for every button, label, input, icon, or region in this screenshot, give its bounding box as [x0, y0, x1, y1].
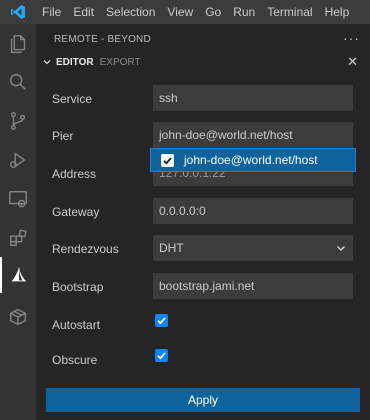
obscure-checkbox[interactable] — [155, 349, 168, 362]
apply-button[interactable]: Apply — [46, 388, 360, 412]
title-bar: File Edit Selection View Go Run Terminal… — [0, 0, 370, 24]
menu-edit[interactable]: Edit — [67, 0, 100, 24]
menu-go[interactable]: Go — [199, 0, 227, 24]
autostart-checkbox[interactable] — [155, 314, 168, 327]
bootstrap-label: Bootstrap — [52, 280, 104, 294]
suggestion-text: john-doe@world.net/host — [184, 153, 318, 167]
menu-file[interactable]: File — [36, 0, 67, 24]
address-label: Address — [52, 167, 97, 181]
suggestion-checkbox[interactable] — [161, 153, 174, 167]
files-icon[interactable] — [0, 26, 36, 62]
pier-suggestion-item[interactable]: john-doe@world.net/host — [150, 148, 356, 172]
bootstrap-input[interactable]: bootstrap.jami.net — [153, 273, 353, 299]
vscode-logo-icon — [0, 0, 36, 24]
search-icon[interactable] — [0, 64, 36, 100]
service-input[interactable]: ssh — [153, 85, 353, 111]
rendezvous-value: DHT — [159, 241, 184, 255]
check-icon — [157, 317, 166, 325]
section-title-export[interactable]: EXPORT — [100, 57, 141, 68]
rendezvous-select[interactable]: DHT — [153, 235, 353, 261]
obscure-label: Obscure — [52, 353, 98, 367]
sidebar: REMOTE - BEYOND ··· EDITOR EXPORT ✕ Serv… — [36, 24, 370, 420]
more-actions-icon[interactable]: ··· — [343, 30, 360, 46]
menu-run[interactable]: Run — [227, 0, 261, 24]
check-icon — [157, 352, 166, 360]
sidebar-title: REMOTE - BEYOND — [54, 33, 151, 45]
service-label: Service — [52, 92, 93, 106]
menu-terminal[interactable]: Terminal — [261, 0, 318, 24]
gateway-label: Gateway — [52, 205, 100, 219]
check-icon — [163, 156, 172, 165]
menu-help[interactable]: Help — [319, 0, 356, 24]
chevron-down-icon — [40, 55, 54, 69]
package-icon[interactable] — [0, 299, 36, 335]
pier-label: Pier — [52, 129, 74, 143]
run-debug-icon[interactable] — [0, 142, 36, 178]
section-header[interactable]: EDITOR EXPORT ✕ — [36, 52, 370, 72]
close-icon[interactable]: ✕ — [347, 54, 358, 70]
activity-bar — [0, 24, 36, 420]
rendezvous-label: Rendezvous — [52, 242, 119, 256]
beyond-sail-icon[interactable] — [0, 257, 36, 293]
pier-input[interactable]: john-doe@world.net/host — [153, 122, 353, 148]
source-control-icon[interactable] — [0, 103, 36, 139]
menu-view[interactable]: View — [161, 0, 199, 24]
menu-selection[interactable]: Selection — [100, 0, 161, 24]
remote-explorer-icon[interactable] — [0, 181, 36, 217]
gateway-input[interactable]: 0.0.0.0:0 — [153, 198, 353, 224]
chevron-down-icon — [335, 242, 347, 254]
extensions-icon[interactable] — [0, 220, 36, 256]
section-title-editor[interactable]: EDITOR — [56, 57, 94, 68]
autostart-label: Autostart — [52, 318, 101, 332]
